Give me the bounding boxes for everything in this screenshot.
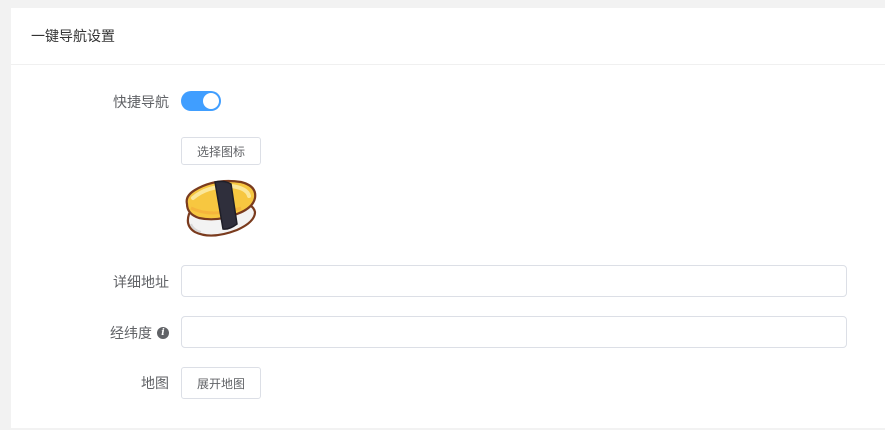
address-label: 详细地址 — [113, 275, 169, 291]
quick-nav-label: 快捷导航 — [113, 95, 169, 111]
quick-nav-toggle[interactable] — [181, 91, 221, 111]
sushi-icon — [185, 179, 257, 237]
settings-card: 一键导航设置 快捷导航 选择图标 详细地址 经纬度 i 地图 展开地图 — [11, 8, 885, 428]
coordinates-row: 经纬度 i — [11, 316, 885, 348]
address-input[interactable] — [181, 265, 847, 297]
coordinates-label-wrap: 经纬度 i — [110, 323, 169, 343]
map-row: 地图 展开地图 — [11, 367, 885, 399]
address-row: 详细地址 — [11, 265, 885, 297]
card-title: 一键导航设置 — [11, 8, 885, 65]
coordinates-input[interactable] — [181, 316, 847, 348]
map-label: 地图 — [141, 376, 169, 392]
info-icon[interactable]: i — [157, 327, 169, 339]
toggle-knob — [203, 93, 219, 109]
select-icon-button[interactable]: 选择图标 — [181, 137, 262, 165]
icon-select-row: 选择图标 — [11, 137, 885, 165]
expand-map-button[interactable]: 展开地图 — [181, 367, 262, 399]
coordinates-label: 经纬度 — [110, 326, 152, 342]
quick-nav-row: 快捷导航 — [11, 90, 885, 114]
